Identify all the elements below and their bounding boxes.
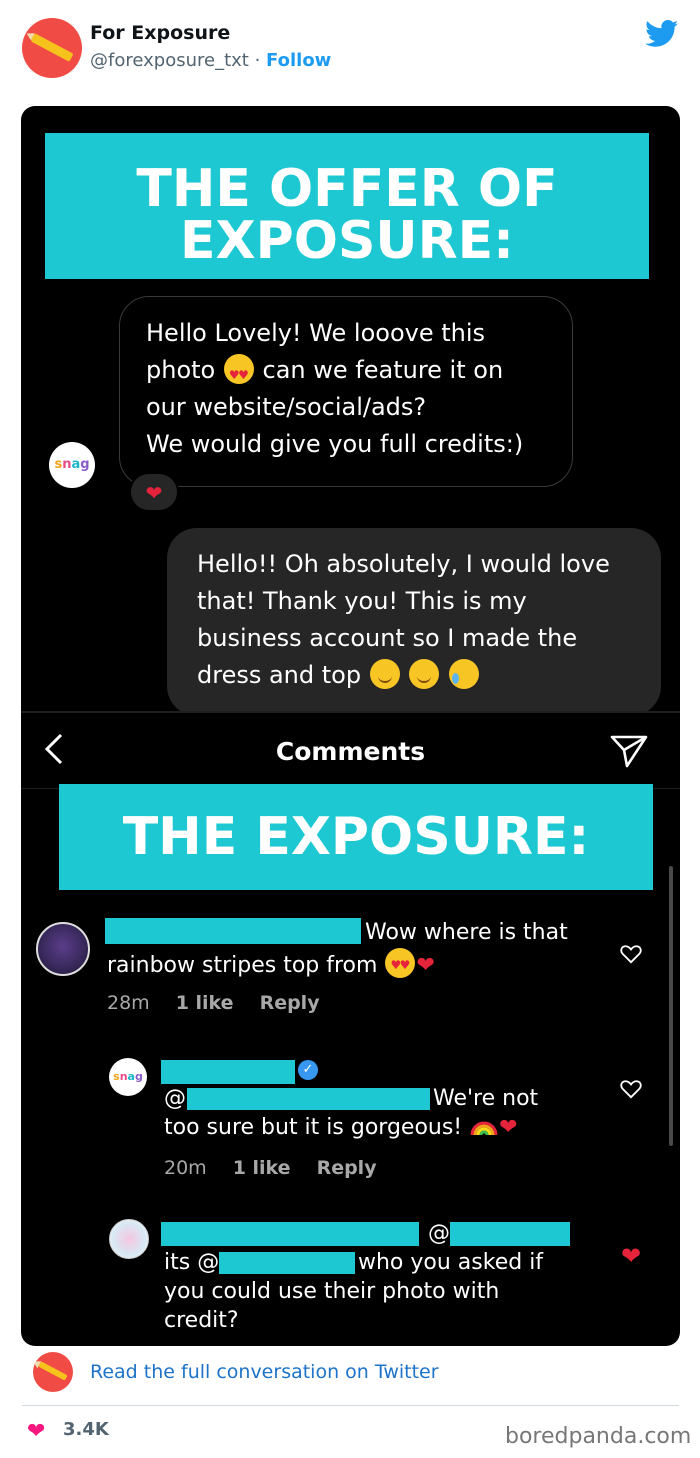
- author-handle[interactable]: @forexposure_txt: [90, 50, 249, 71]
- comment-text-line: too sure but it is gorgeous! ❤: [164, 1113, 518, 1142]
- offer-banner: THE OFFER OF EXPOSURE:: [45, 133, 649, 279]
- comment-likes[interactable]: 1 like: [233, 1157, 291, 1179]
- author-avatar[interactable]: [22, 18, 82, 78]
- comment-mention: @: [428, 1221, 450, 1246]
- message-line: photo can we feature it on: [146, 352, 546, 394]
- crying-emoji-icon: [449, 659, 480, 689]
- banner-line: EXPOSURE:: [180, 211, 514, 271]
- commenter-avatar[interactable]: [36, 922, 90, 976]
- redacted-username: [161, 1222, 419, 1246]
- follow-link[interactable]: Follow: [266, 50, 331, 71]
- heart-outline-icon[interactable]: [620, 1079, 642, 1099]
- comment-likes[interactable]: 1 like: [176, 992, 234, 1014]
- sent-message-bubble: Hello!! Oh absolutely, I would love that…: [167, 528, 661, 716]
- comment-text: credit?: [164, 1308, 239, 1333]
- comment-text: who you asked if: [358, 1250, 544, 1275]
- comment-time: 20m: [164, 1157, 207, 1179]
- message-line: Hello Lovely! We looove this: [146, 319, 486, 347]
- comments-title: Comments: [275, 737, 426, 766]
- watermark: boredpanda.com: [505, 1424, 692, 1449]
- like-count: 3.4K: [63, 1419, 109, 1440]
- message-text: dress and top: [197, 661, 362, 689]
- comment-text: you could use their photo with: [164, 1279, 500, 1304]
- heart-eyes-emoji-icon: [223, 354, 254, 394]
- brand-avatar[interactable]: snag: [109, 1058, 147, 1096]
- comment-mention: @: [164, 1086, 186, 1111]
- comments-header: Comments: [21, 711, 680, 789]
- read-conversation-link[interactable]: Read the full conversation on Twitter: [90, 1361, 439, 1383]
- comment-text: rainbow stripes top from: [107, 953, 378, 978]
- message-line: our website/social/ads?: [146, 393, 427, 421]
- author-avatar-small[interactable]: [33, 1352, 73, 1392]
- commenter-avatar[interactable]: [109, 1219, 149, 1259]
- message-text: photo: [146, 356, 216, 384]
- divider: [22, 1405, 679, 1406]
- comment-text-line: rainbow stripes top from ❤: [107, 948, 435, 980]
- like-heart-icon[interactable]: ❤: [27, 1419, 45, 1444]
- redacted-username: [161, 1060, 295, 1084]
- smiling-emoji-icon: [409, 659, 440, 689]
- red-heart-emoji-icon: ❤: [416, 953, 435, 978]
- scrollbar[interactable]: [669, 866, 673, 1146]
- redacted-username: [450, 1222, 570, 1246]
- author-handle-row: @forexposure_txt · Follow: [90, 50, 331, 71]
- comment-text: its @: [164, 1250, 220, 1275]
- redacted-username: [187, 1088, 430, 1110]
- twitter-bird-icon[interactable]: [645, 20, 679, 48]
- message-line: that! Thank you! This is my: [197, 587, 527, 615]
- separator-dot: ·: [254, 50, 261, 71]
- send-icon[interactable]: [609, 733, 649, 769]
- pencil-icon: [38, 1361, 68, 1381]
- brand-avatar: snag: [49, 442, 95, 488]
- heart-outline-icon[interactable]: [620, 944, 642, 964]
- comment-meta: 28m 1 like Reply: [107, 992, 320, 1014]
- message-text: can we feature it on: [262, 356, 504, 384]
- comment-meta: 20m 1 like Reply: [164, 1157, 377, 1179]
- author-name[interactable]: For Exposure: [90, 22, 230, 44]
- screenshot-card: Hello Lovely! We looove this photo can w…: [21, 106, 680, 1346]
- message-line: Hello!! Oh absolutely, I would love: [197, 550, 610, 578]
- comment-text: We're not: [433, 1086, 539, 1111]
- banner-line: THE OFFER OF: [136, 159, 558, 219]
- pencil-icon: [30, 33, 74, 62]
- message-line: business account so I made the: [197, 624, 578, 652]
- heart-filled-icon[interactable]: ❤: [621, 1242, 641, 1270]
- redacted-username: [219, 1252, 355, 1274]
- exposure-banner: THE EXPOSURE:: [59, 784, 653, 890]
- reply-button[interactable]: Reply: [260, 992, 320, 1014]
- red-heart-emoji-icon: ❤: [499, 1115, 518, 1140]
- message-line: We would give you full credits:): [146, 430, 524, 458]
- message-line: dress and top: [197, 657, 631, 694]
- smiling-emoji-icon: [369, 659, 400, 689]
- rainbow-emoji-icon: [470, 1121, 498, 1136]
- verified-badge-icon: ✓: [298, 1060, 318, 1080]
- comment-text: Wow where is that: [365, 920, 568, 945]
- heart-eyes-emoji-icon: [385, 948, 416, 980]
- reaction-heart-icon: ❤: [129, 472, 179, 512]
- comment-time: 28m: [107, 992, 150, 1014]
- comment-text: too sure but it is gorgeous!: [164, 1115, 463, 1140]
- received-message-bubble: Hello Lovely! We looove this photo can w…: [119, 296, 573, 487]
- reply-button[interactable]: Reply: [317, 1157, 377, 1179]
- redacted-username: [105, 918, 361, 944]
